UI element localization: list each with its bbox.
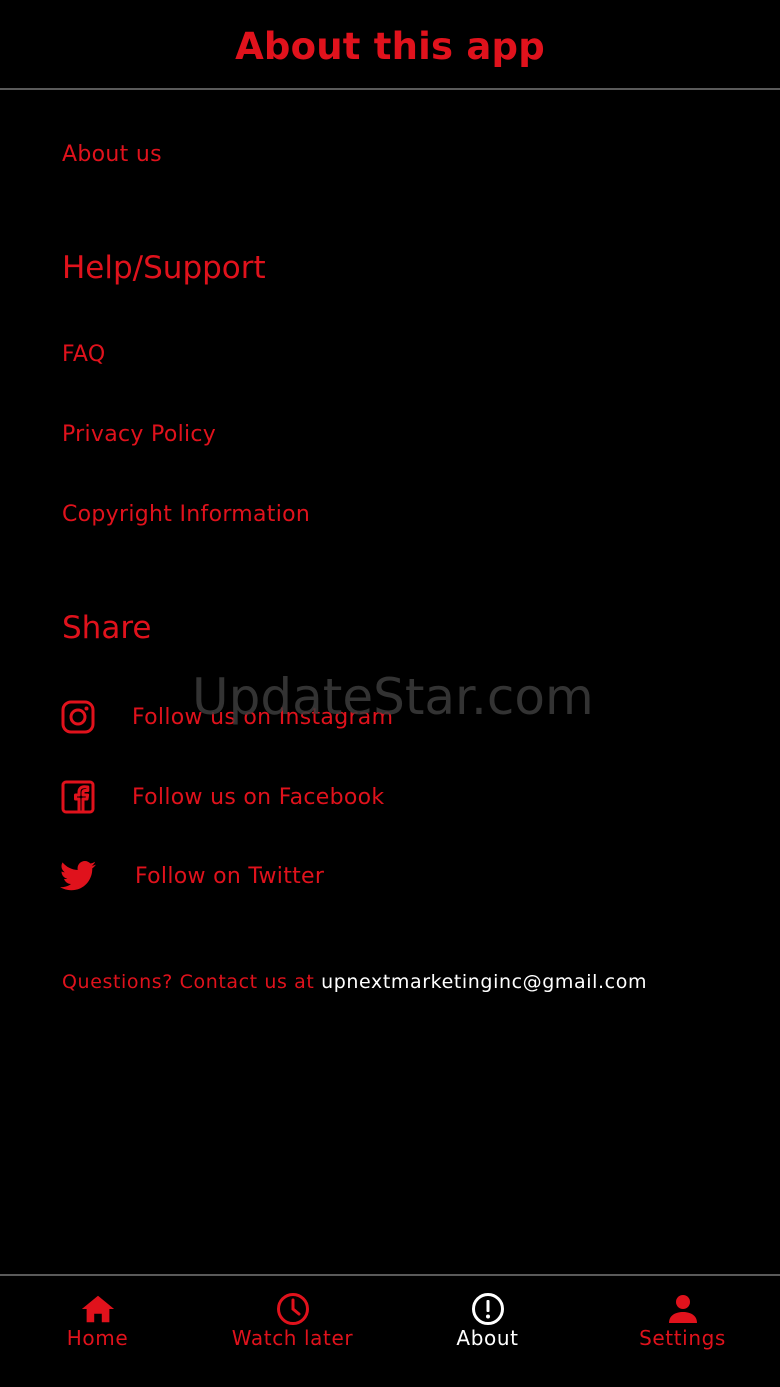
share-heading: Share [62,610,152,646]
follow-instagram-row[interactable]: Follow us on Instagram [60,697,393,737]
follow-facebook-row[interactable]: Follow us on Facebook [60,777,384,817]
tab-watch-later-label: Watch later [231,1326,354,1350]
header-bar: About this app [0,0,780,90]
follow-facebook-label: Follow us on Facebook [132,784,385,810]
twitter-icon [60,858,96,894]
facebook-icon [60,779,96,815]
instagram-icon [60,699,96,735]
tab-settings-label: Settings [639,1326,726,1350]
home-icon [80,1292,116,1326]
contact-line: Questions? Contact us at upnextmarketing… [62,971,647,993]
follow-instagram-label: Follow us on Instagram [132,704,394,730]
about-us-link[interactable]: About us [62,142,162,167]
tab-about[interactable]: About [390,1292,585,1362]
help-support-heading: Help/Support [62,250,266,286]
page-title: About this app [235,24,545,68]
clock-icon [275,1292,311,1326]
tab-settings[interactable]: Settings [585,1292,780,1362]
info-icon [470,1292,506,1326]
person-icon [665,1292,701,1326]
bottom-tab-bar: Home Watch later About Settings [0,1274,780,1387]
tab-home[interactable]: Home [0,1292,195,1362]
copyright-information-link[interactable]: Copyright Information [62,502,310,527]
tab-watch-later[interactable]: Watch later [195,1292,390,1362]
contact-email-link[interactable]: upnextmarketinginc@gmail.com [321,971,647,993]
tab-home-label: Home [66,1326,129,1350]
contact-prefix: Questions? Contact us at [62,971,315,993]
about-screen: About this app About us Help/Support FAQ… [0,0,780,1387]
faq-link[interactable]: FAQ [62,342,106,367]
follow-twitter-row[interactable]: Follow on Twitter [60,856,324,896]
tab-about-label: About [456,1326,519,1350]
privacy-policy-link[interactable]: Privacy Policy [62,422,216,447]
follow-twitter-label: Follow on Twitter [135,863,325,889]
